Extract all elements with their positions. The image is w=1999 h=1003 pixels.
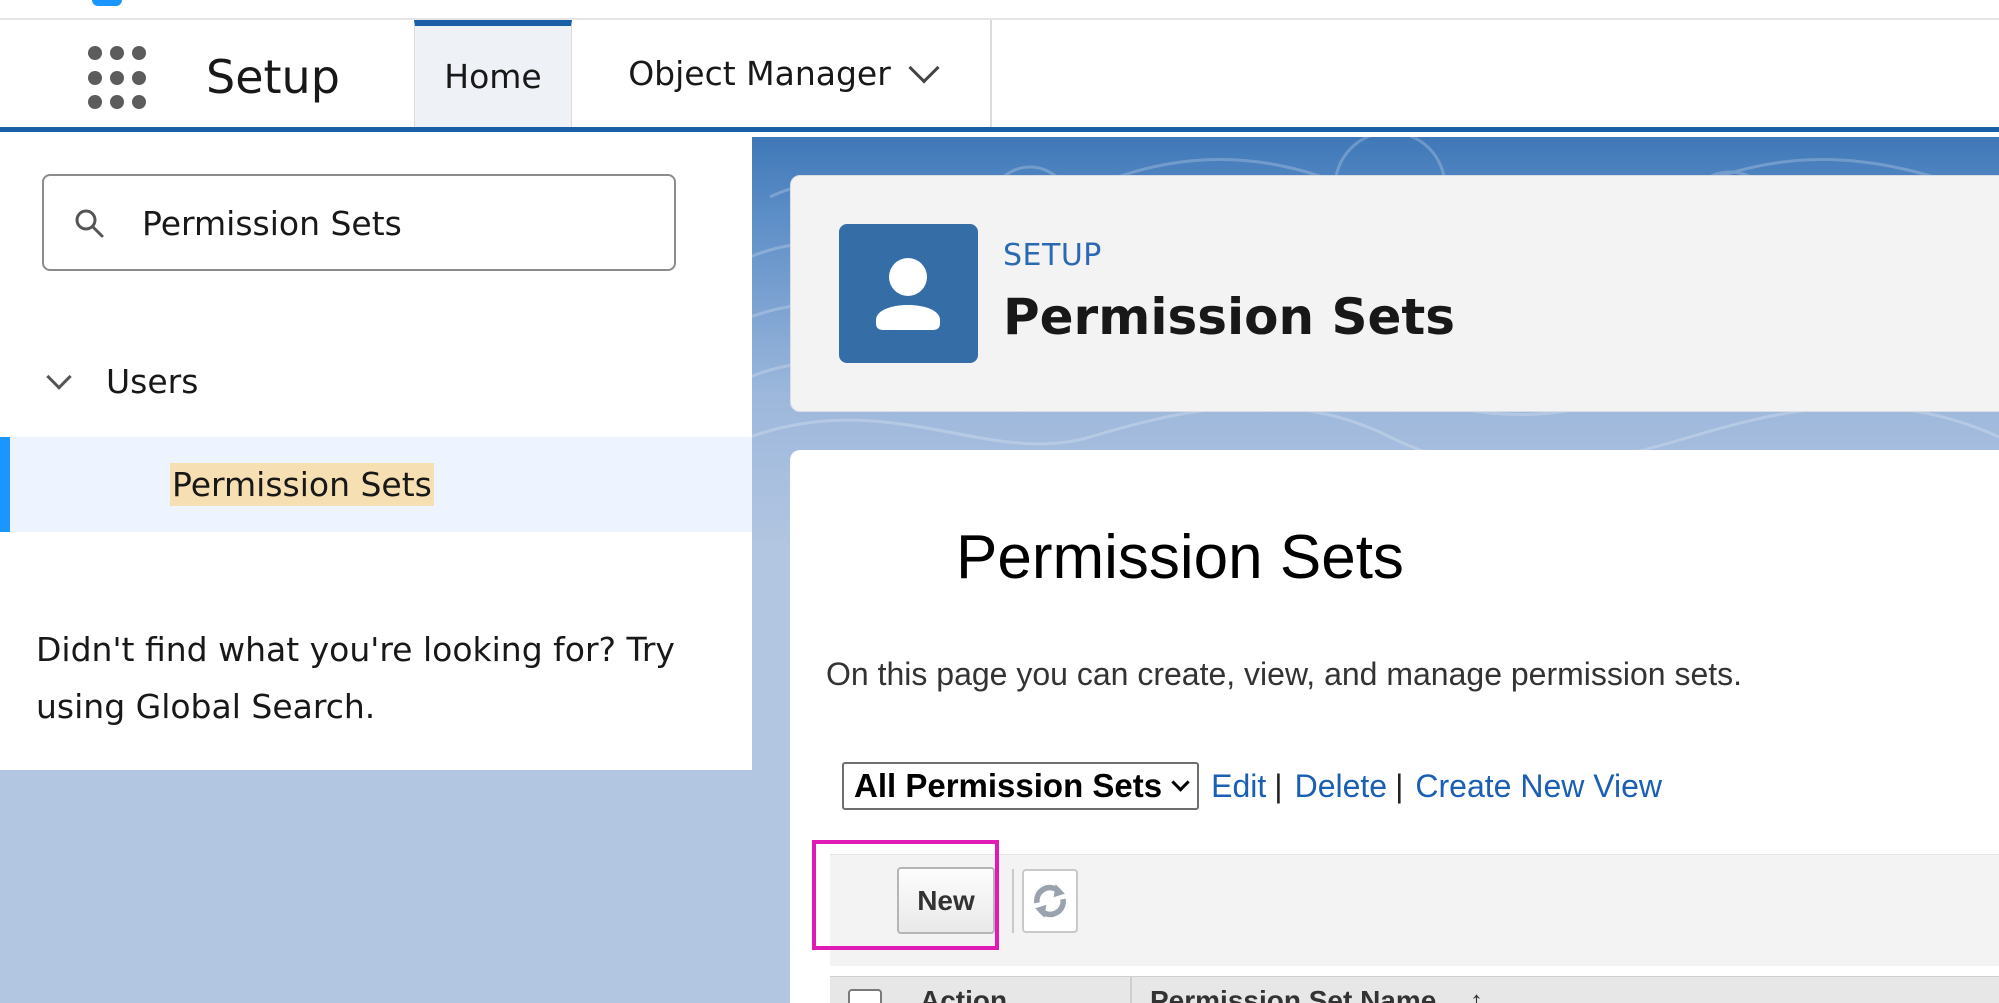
setup-sidebar: Users Permission Sets Didn't find what y… [0,137,752,770]
tab-home[interactable]: Home [414,20,572,127]
column-header-action: Action [920,985,1008,1003]
chevron-down-icon [1171,772,1190,792]
quick-find-input[interactable] [142,196,652,250]
not-found-message: Didn't find what you're looking for? Try… [36,630,675,726]
browser-top-strip [0,0,1999,20]
select-all-checkbox[interactable] [848,989,882,1003]
tree-item-label: Permission Sets [170,463,434,506]
list-view-controls: All Permission Sets Edit | Delete | Crea… [842,762,1670,810]
app-launcher-icon[interactable] [88,46,154,112]
tab-home-label: Home [444,57,542,96]
search-icon [75,209,104,238]
tree-group-label: Users [106,362,199,401]
page-title: Permission Sets [1003,288,1456,346]
table-header-row: Action Permission Set Name ↑ [830,976,1999,1003]
view-select[interactable]: All Permission Sets [842,762,1200,810]
breadcrumb: SETUP [1003,238,1102,273]
create-new-view-link[interactable]: Create New View [1415,768,1662,805]
page-header: SETUP Permission Sets [790,175,1999,412]
list-button-bar: New [830,854,1999,966]
chevron-down-icon[interactable] [908,51,940,84]
tab-object-manager[interactable]: Object Manager [573,20,992,127]
tree-item-permission-sets[interactable]: Permission Sets [0,437,752,532]
sort-ascending-icon: ↑ [1470,985,1483,1003]
tree-group-users[interactable]: Users [46,362,199,401]
user-icon [839,224,978,363]
content-title: Permission Sets [956,523,1404,592]
tab-object-manager-label: Object Manager [628,54,891,93]
refresh-button[interactable] [1022,869,1078,933]
link-separator: | [1395,767,1404,804]
column-header-name[interactable]: Permission Set Name [1150,985,1436,1003]
app-name: Setup [206,50,340,104]
content-description: On this page you can create, view, and m… [826,656,1743,692]
top-indicator [92,0,122,6]
button-divider [1012,869,1014,933]
chevron-down-icon[interactable] [46,363,72,390]
new-button[interactable]: New [897,867,995,934]
edit-view-link[interactable]: Edit [1211,768,1266,805]
delete-view-link[interactable]: Delete [1295,768,1388,805]
quick-find-box[interactable] [42,174,676,271]
refresh-icon [1034,884,1066,918]
global-nav-bar: Setup Home Object Manager [0,20,1999,132]
link-separator: | [1274,767,1283,804]
view-select-value: All Permission Sets [854,767,1163,804]
column-divider [1130,977,1132,1003]
content-panel: Permission Sets On this page you can cre… [790,450,1999,1003]
